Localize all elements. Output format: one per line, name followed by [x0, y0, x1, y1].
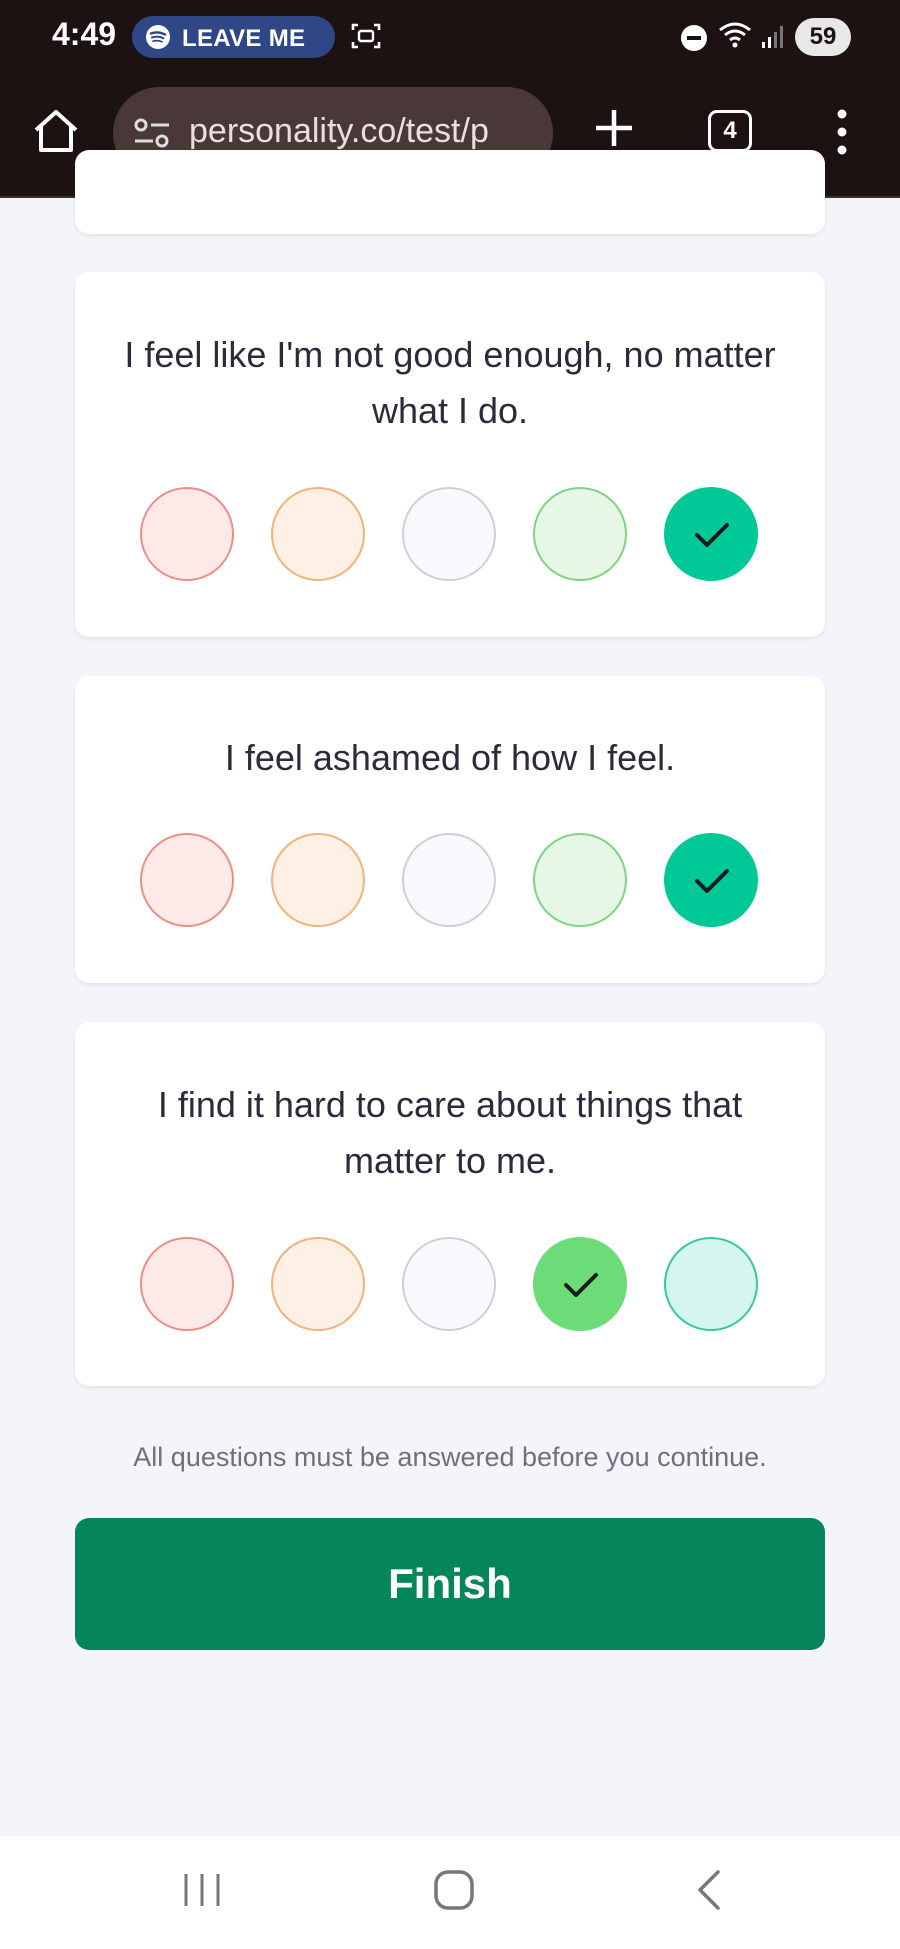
screen-record-icon	[351, 23, 381, 49]
status-bar: 4:49 LEAVE ME 59	[0, 0, 900, 76]
validation-notice: All questions must be answered before yo…	[133, 1442, 767, 1472]
question-card: I find it hard to care about things that…	[75, 1022, 825, 1386]
more-options-icon[interactable]	[830, 106, 854, 158]
recent-apps-icon[interactable]	[180, 1868, 224, 1912]
answer-option-2[interactable]	[271, 833, 365, 927]
tab-switcher-button[interactable]: 4	[708, 110, 752, 152]
question-text: I feel ashamed of how I feel.	[224, 737, 676, 778]
spotify-pill-text: LEAVE ME	[182, 25, 306, 52]
question-text: I feel like I'm not good enough, no matt…	[124, 334, 776, 431]
answer-option-1[interactable]	[140, 833, 234, 927]
answer-option-4[interactable]	[533, 1237, 627, 1331]
answer-option-4[interactable]	[533, 833, 627, 927]
answer-option-2[interactable]	[271, 1237, 365, 1331]
question-card-partial	[75, 150, 825, 234]
url-text: personality.co/test/p	[189, 112, 489, 150]
answer-option-5[interactable]	[664, 487, 758, 581]
status-time: 4:49	[52, 16, 117, 52]
answer-option-4[interactable]	[533, 487, 627, 581]
spotify-icon	[146, 25, 170, 49]
question-card: I feel like I'm not good enough, no matt…	[75, 272, 825, 637]
answer-option-3[interactable]	[402, 1237, 496, 1331]
answer-option-1[interactable]	[140, 1237, 234, 1331]
answer-scale	[140, 833, 760, 927]
battery-indicator: 59	[795, 18, 851, 56]
checkmark-icon	[564, 1273, 598, 1297]
wifi-icon	[719, 22, 751, 48]
answer-option-5[interactable]	[664, 833, 758, 927]
question-text: I find it hard to care about things that…	[157, 1084, 743, 1181]
question-card: I feel ashamed of how I feel.	[75, 676, 825, 983]
system-navigation-bar	[0, 1836, 900, 1949]
answer-option-3[interactable]	[402, 487, 496, 581]
back-icon[interactable]	[688, 1868, 732, 1912]
home-icon[interactable]	[30, 106, 82, 158]
answer-scale	[140, 487, 760, 581]
spotify-now-playing-pill[interactable]: LEAVE ME	[132, 16, 335, 58]
site-settings-icon[interactable]	[133, 117, 171, 149]
do-not-disturb-icon	[681, 25, 707, 51]
answer-option-3[interactable]	[402, 833, 496, 927]
answer-option-2[interactable]	[271, 487, 365, 581]
signal-icon	[762, 26, 783, 48]
answer-scale	[140, 1237, 760, 1331]
checkmark-icon	[695, 523, 729, 547]
finish-button[interactable]: Finish	[75, 1518, 825, 1650]
answer-option-1[interactable]	[140, 487, 234, 581]
checkmark-icon	[695, 869, 729, 893]
home-nav-icon[interactable]	[432, 1868, 476, 1912]
answer-option-5[interactable]	[664, 1237, 758, 1331]
new-tab-icon[interactable]	[588, 102, 640, 154]
